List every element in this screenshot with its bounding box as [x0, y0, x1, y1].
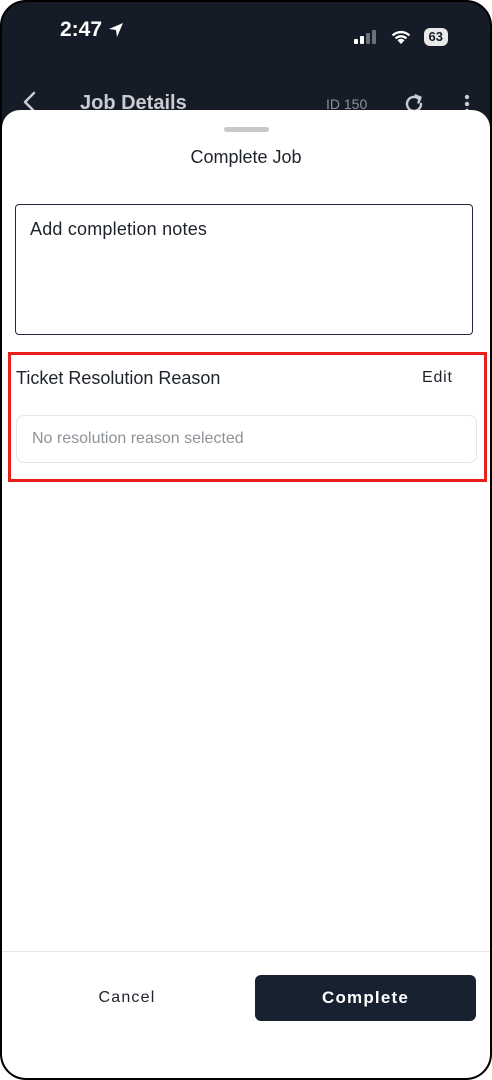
complete-job-sheet: Complete Job Add completion notes Ticket… — [2, 110, 490, 1078]
cancel-button[interactable]: Cancel — [64, 976, 190, 1020]
complete-button[interactable]: Complete — [255, 975, 476, 1021]
edit-resolution-button[interactable]: Edit — [422, 369, 453, 387]
location-arrow-icon — [109, 23, 124, 37]
status-time-text: 2:47 — [60, 18, 103, 41]
status-time: 2:47 — [60, 18, 124, 42]
phone-frame: 2:47 63 Job Details ID 150 Complete Job … — [0, 0, 492, 1080]
resolution-reason-label: Ticket Resolution Reason — [16, 368, 221, 388]
cellular-signal-icon — [353, 30, 376, 44]
completion-notes-placeholder: Add completion notes — [30, 219, 208, 239]
sheet-title: Complete Job — [190, 147, 302, 167]
status-indicators: 63 — [353, 28, 448, 46]
resolution-reason-value: No resolution reason selected — [32, 430, 244, 447]
completion-notes-input[interactable]: Add completion notes — [15, 204, 473, 335]
wifi-icon — [391, 30, 410, 44]
battery-indicator: 63 — [423, 28, 448, 46]
resolution-reason-field[interactable]: No resolution reason selected — [16, 415, 477, 463]
actions-divider — [2, 951, 490, 952]
sheet-grabber[interactable] — [224, 127, 269, 132]
